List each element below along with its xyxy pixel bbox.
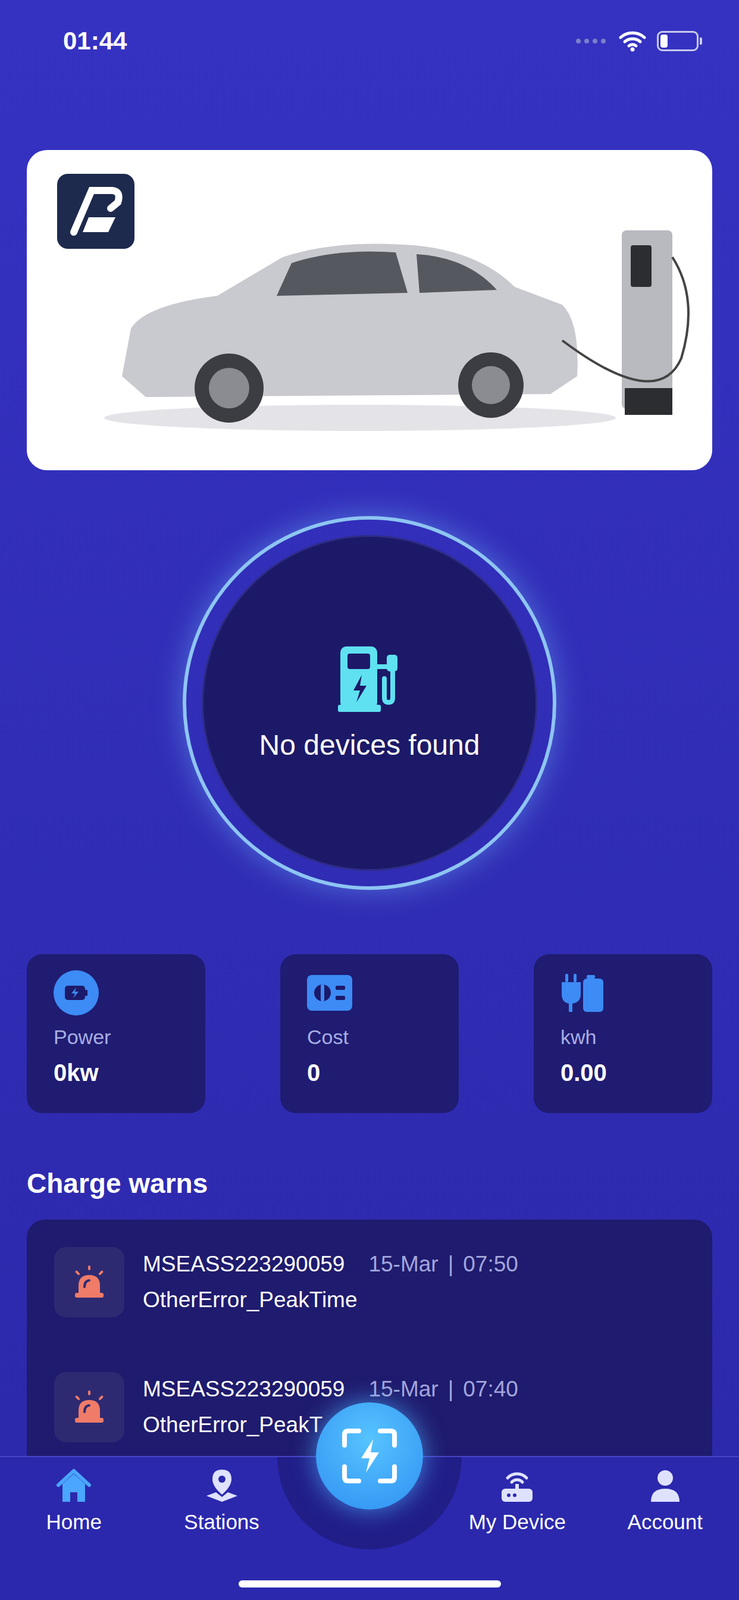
warn-device-id: MSEASS223290059 xyxy=(142,1250,345,1277)
stat-card: kwh 0.00 xyxy=(533,953,713,1113)
nav-item[interactable]: My Device xyxy=(443,1466,591,1534)
warn-device-id: MSEASS223290059 xyxy=(142,1375,345,1402)
router-icon xyxy=(499,1467,535,1503)
battery-icon xyxy=(656,30,703,52)
device-message: No devices found xyxy=(259,727,481,763)
stat-value: 0.00 xyxy=(560,1058,713,1086)
warn-date: 15-Mar xyxy=(368,1250,438,1277)
nav-label: Account xyxy=(627,1508,703,1534)
location-pin-icon xyxy=(204,1467,240,1503)
stat-label: kwh xyxy=(560,1024,713,1049)
warn-separator: | xyxy=(448,1250,454,1277)
scan-charge-button[interactable] xyxy=(315,1401,424,1509)
warn-date: 15-Mar xyxy=(368,1375,438,1402)
app-logo-icon xyxy=(55,172,136,250)
nav-item[interactable]: Home xyxy=(0,1466,148,1534)
stat-value: 0 xyxy=(307,1058,459,1086)
nav-icon-wrap xyxy=(55,1466,92,1505)
warn-error: OtherError_PeakTime xyxy=(142,1286,519,1313)
stat-card: Power 0kw xyxy=(26,953,206,1113)
warn-time: 07:50 xyxy=(462,1250,519,1277)
plug-battery-icon xyxy=(560,973,606,1012)
promo-banner xyxy=(26,149,713,471)
status-bar: 01:44 xyxy=(0,0,739,82)
status-icons xyxy=(574,30,703,52)
wifi-icon xyxy=(618,30,647,52)
scan-bolt-icon xyxy=(339,1425,400,1486)
person-icon xyxy=(647,1467,684,1503)
alarm-icon xyxy=(72,1389,106,1424)
cost-icon xyxy=(307,973,353,1012)
nav-icon-wrap xyxy=(499,1466,535,1505)
nav-icon-wrap xyxy=(647,1466,684,1505)
power-icon xyxy=(53,969,99,1016)
warn-time: 07:40 xyxy=(462,1375,519,1402)
home-icon xyxy=(55,1467,92,1503)
status-time: 01:44 xyxy=(63,28,127,54)
nav-item[interactable]: Stations xyxy=(147,1466,296,1534)
stats-row: Power 0kw Cost 0 kwh 0.00 xyxy=(26,953,713,1113)
warn-separator: | xyxy=(448,1375,454,1402)
stat-card: Cost 0 xyxy=(280,953,459,1113)
nav-icon-wrap xyxy=(204,1466,240,1505)
app-screen: 01:44 xyxy=(0,0,739,1600)
stat-value: 0kw xyxy=(53,1058,206,1086)
nav-label: Home xyxy=(46,1508,102,1534)
nav-item[interactable]: Account xyxy=(591,1466,739,1534)
warn-row[interactable]: MSEASS223290059 15-Mar | 07:50 OtherError_Pe… xyxy=(54,1246,685,1317)
home-indicator xyxy=(238,1579,501,1587)
stat-label: Cost xyxy=(307,1024,459,1049)
stat-label: Power xyxy=(53,1024,206,1049)
device-status-circle[interactable]: No devices found xyxy=(182,515,557,890)
alarm-icon xyxy=(72,1264,106,1299)
nav-label: Stations xyxy=(183,1508,259,1534)
section-title: Charge warns xyxy=(26,1165,713,1201)
nav-label: My Device xyxy=(468,1508,566,1534)
battery-fill xyxy=(660,34,668,48)
charging-station-icon xyxy=(337,642,402,713)
signal-icon xyxy=(574,36,609,46)
